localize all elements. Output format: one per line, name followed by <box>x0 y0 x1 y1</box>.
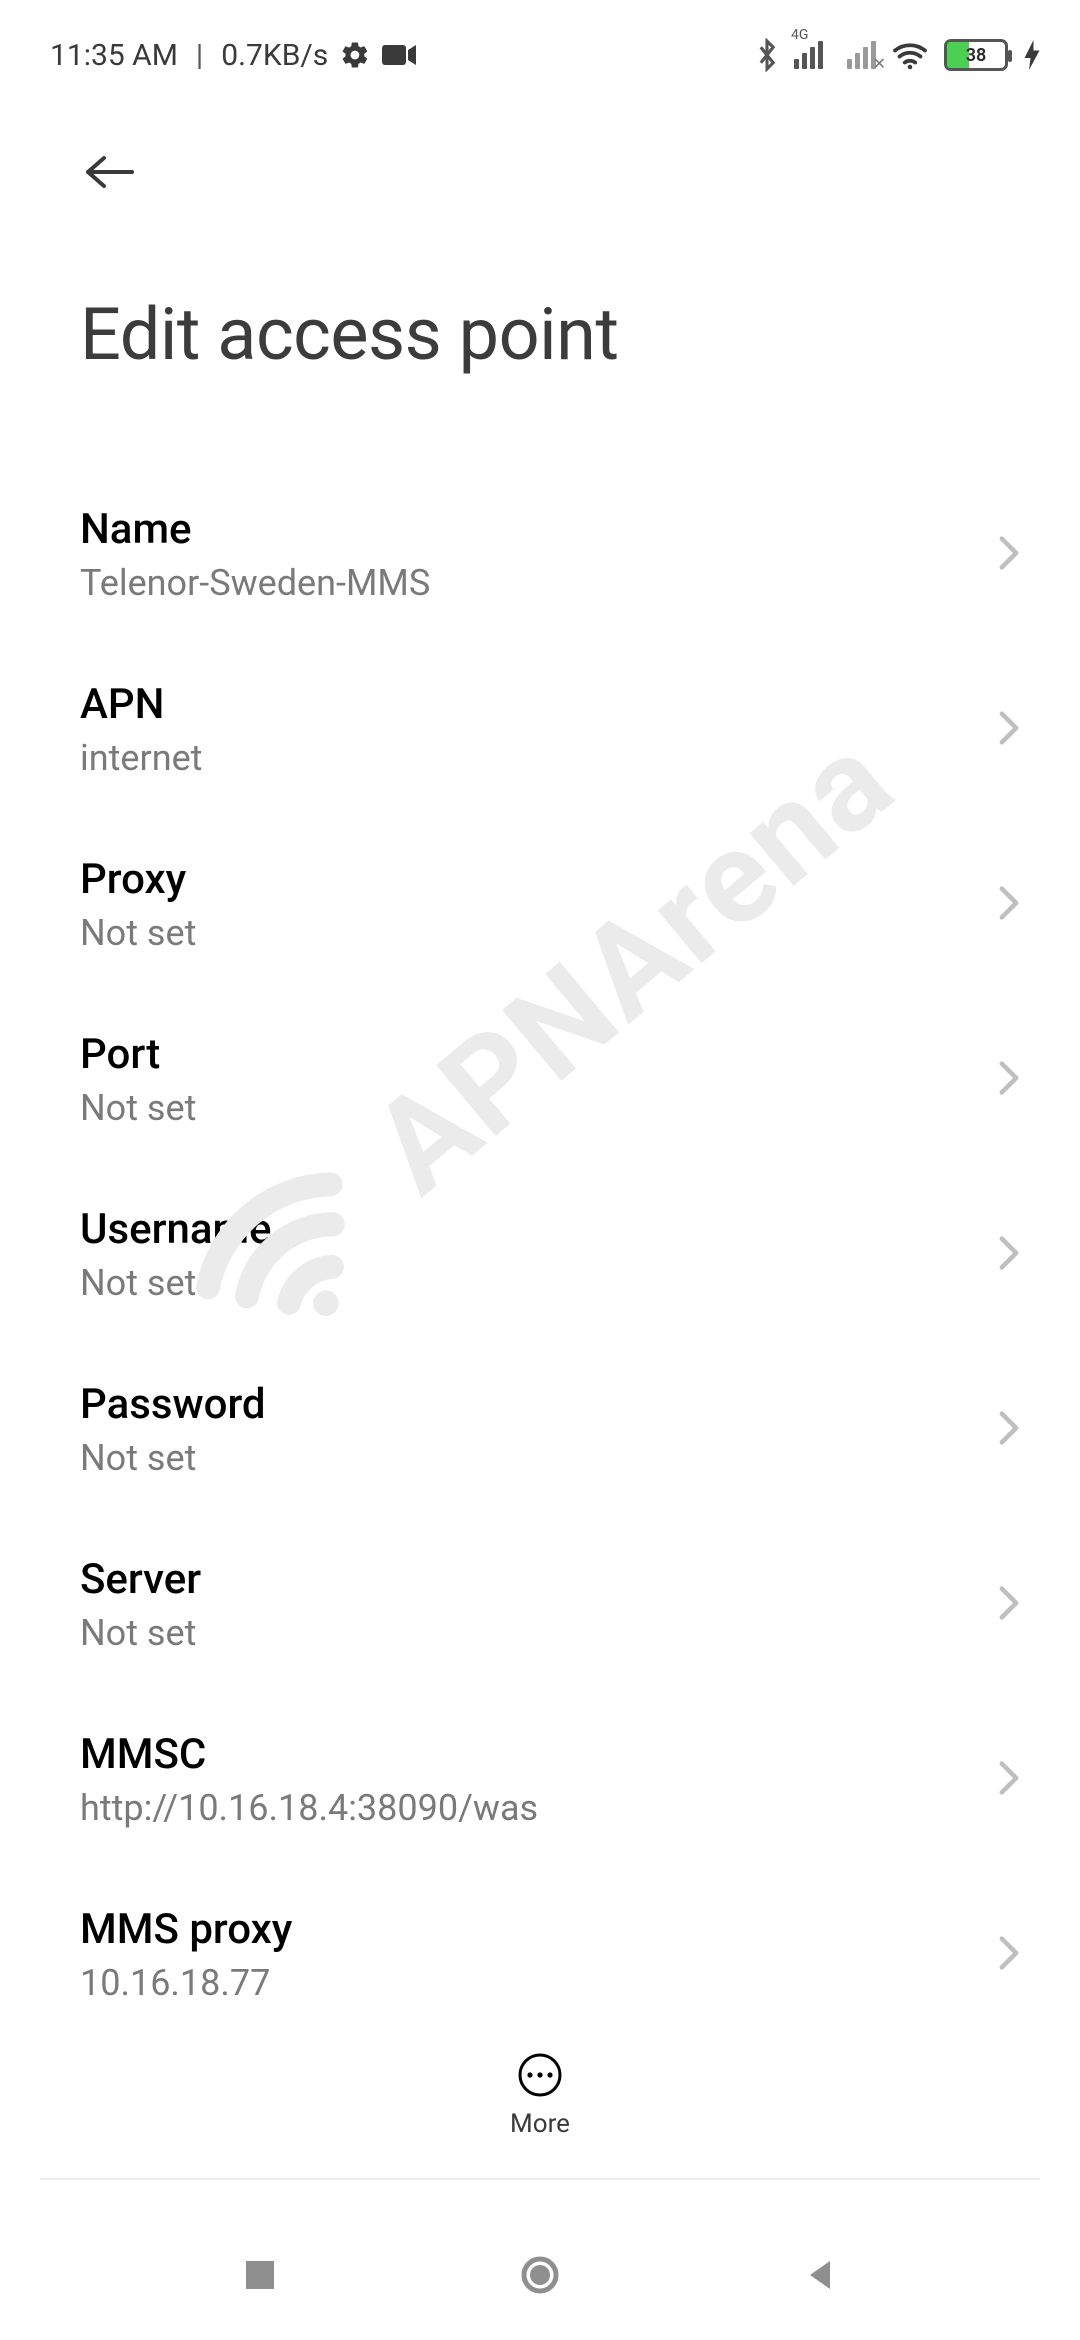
setting-item-proxy[interactable]: Proxy Not set <box>0 817 1080 992</box>
setting-value: Not set <box>80 1612 201 1654</box>
setting-label: MMS proxy <box>80 1905 292 1954</box>
chevron-right-icon <box>998 1760 1020 1800</box>
bottom-divider <box>40 2178 1040 2180</box>
setting-label: Proxy <box>80 855 196 904</box>
setting-value: Not set <box>80 1087 196 1129</box>
chevron-right-icon <box>998 1585 1020 1625</box>
setting-item-mms-proxy[interactable]: MMS proxy 10.16.18.77 <box>0 1867 1080 2042</box>
signal-sim1: 4G <box>794 41 823 69</box>
signal-no-sim-icon: ✕ <box>873 54 886 73</box>
setting-value: Not set <box>80 1437 266 1479</box>
signal-sim2: ✕ <box>847 41 876 69</box>
bottom-action-bar: More <box>0 2030 1080 2160</box>
setting-value: Not set <box>80 1262 272 1304</box>
chevron-right-icon <box>998 885 1020 925</box>
setting-label: Server <box>80 1555 201 1604</box>
chevron-right-icon <box>998 535 1020 575</box>
arrow-left-icon <box>82 152 138 192</box>
nav-recent-button[interactable] <box>230 2245 290 2305</box>
clock-text: 11:35 AM <box>50 38 178 73</box>
setting-value: Telenor-Sweden-MMS <box>80 562 430 604</box>
camera-icon <box>382 43 416 67</box>
setting-item-name[interactable]: Name Telenor-Sweden-MMS <box>0 467 1080 642</box>
system-nav-bar <box>0 2210 1080 2340</box>
setting-label: Username <box>80 1205 272 1254</box>
charging-bolt-icon <box>1024 40 1040 70</box>
setting-label: APN <box>80 680 202 729</box>
setting-value: 10.16.18.77 <box>80 1962 292 2004</box>
chevron-right-icon <box>998 1060 1020 1100</box>
network-speed: 0.7KB/s <box>221 38 328 73</box>
setting-label: Name <box>80 505 430 554</box>
setting-value: Not set <box>80 912 196 954</box>
nav-home-button[interactable] <box>510 2245 570 2305</box>
wifi-icon <box>892 40 928 70</box>
more-icon <box>516 2051 564 2099</box>
triangle-left-icon <box>802 2257 838 2293</box>
chevron-right-icon <box>998 1410 1020 1450</box>
setting-item-username[interactable]: Username Not set <box>0 1167 1080 1342</box>
bluetooth-icon <box>756 38 778 72</box>
page-title: Edit access point <box>80 292 1010 377</box>
setting-item-port[interactable]: Port Not set <box>0 992 1080 1167</box>
gear-icon <box>340 40 370 70</box>
setting-value: http://10.16.18.4:38090/was <box>80 1787 538 1829</box>
setting-label: Password <box>80 1380 266 1429</box>
chevron-right-icon <box>998 710 1020 750</box>
more-label: More <box>510 2109 570 2139</box>
status-right: 4G ✕ 38 <box>756 38 1040 72</box>
signal-4g-label: 4G <box>791 27 808 43</box>
setting-item-mmsc[interactable]: MMSC http://10.16.18.4:38090/was <box>0 1692 1080 1867</box>
setting-item-password[interactable]: Password Not set <box>0 1342 1080 1517</box>
setting-label: Port <box>80 1030 196 1079</box>
battery-percentage: 38 <box>947 45 1005 66</box>
header: Edit access point <box>0 92 1080 397</box>
status-separator: | <box>196 38 203 73</box>
chevron-right-icon <box>998 1235 1020 1275</box>
status-left: 11:35 AM | 0.7KB/s <box>50 38 416 73</box>
battery-icon: 38 <box>944 39 1008 71</box>
square-icon <box>242 2257 278 2293</box>
setting-value: internet <box>80 737 202 779</box>
setting-label: MMSC <box>80 1730 538 1779</box>
status-bar: 11:35 AM | 0.7KB/s 4G <box>0 0 1080 92</box>
setting-item-apn[interactable]: APN internet <box>0 642 1080 817</box>
chevron-right-icon <box>998 1935 1020 1975</box>
circle-icon <box>518 2253 562 2297</box>
back-button[interactable] <box>80 142 140 202</box>
nav-back-button[interactable] <box>790 2245 850 2305</box>
setting-item-server[interactable]: Server Not set <box>0 1517 1080 1692</box>
more-button[interactable]: More <box>510 2051 570 2139</box>
